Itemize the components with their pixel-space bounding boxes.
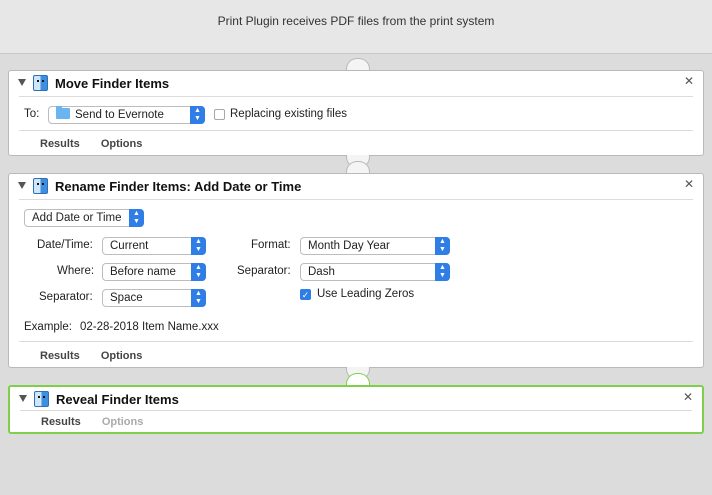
datetime-value: Current — [110, 240, 149, 252]
action-title: Rename Finder Items: Add Date or Time — [55, 179, 302, 194]
action-reveal-finder-items[interactable]: Reveal Finder Items ✕ Results Options — [8, 385, 704, 434]
action-header: Reveal Finder Items ✕ — [10, 387, 702, 411]
tab-results[interactable]: Results — [40, 350, 80, 362]
rename-mode-popup[interactable]: Add Date or Time ▲ ▼ — [24, 209, 144, 227]
separator2-label: Separator: — [237, 265, 291, 277]
action-tabs: Results Options — [41, 416, 161, 428]
action-title: Reveal Finder Items — [56, 392, 179, 407]
example-value: 02-28-2018 Item Name.xxx — [80, 321, 219, 333]
rename-mode-value: Add Date or Time — [32, 212, 122, 224]
disclosure-triangle-icon[interactable] — [18, 79, 26, 86]
popup-arrows-icon: ▲ ▼ — [191, 289, 206, 307]
datetime-label: Date/Time: — [37, 239, 93, 251]
format-popup[interactable]: Month Day Year ▲ ▼ — [300, 237, 450, 255]
close-icon[interactable]: ✕ — [684, 74, 694, 88]
action-tabs: Results Options — [40, 350, 160, 362]
divider — [19, 199, 693, 200]
replacing-checkbox[interactable] — [214, 109, 225, 120]
workflow-input-header: Print Plugin receives PDF files from the… — [0, 0, 712, 54]
tab-options[interactable]: Options — [101, 350, 143, 362]
datetime-popup[interactable]: Current ▲ ▼ — [102, 237, 206, 255]
tab-results[interactable]: Results — [40, 138, 80, 150]
replacing-label[interactable]: Replacing existing files — [230, 108, 347, 120]
separator-value: Space — [110, 292, 143, 304]
close-icon[interactable]: ✕ — [683, 390, 693, 404]
finder-icon — [34, 391, 49, 407]
action-header: Rename Finder Items: Add Date or Time ✕ — [9, 174, 703, 198]
workflow-input-title: Print Plugin receives PDF files from the… — [217, 14, 495, 28]
close-icon[interactable]: ✕ — [684, 177, 694, 191]
leading-zeros-label[interactable]: Use Leading Zeros — [317, 288, 414, 300]
destination-value: Send to Evernote — [75, 109, 164, 121]
action-move-finder-items[interactable]: Move Finder Items ✕ To: Send to Evernote… — [8, 70, 704, 156]
tab-results[interactable]: Results — [41, 416, 81, 428]
tab-options: Options — [101, 416, 144, 428]
separator2-popup[interactable]: Dash ▲ ▼ — [300, 263, 450, 281]
leading-zeros-checkbox[interactable]: ✓ — [300, 289, 311, 300]
action-tabs: Results Options — [40, 138, 160, 150]
separator-label: Separator: — [39, 291, 93, 303]
tab-options[interactable]: Options — [101, 138, 143, 150]
divider — [20, 410, 692, 411]
divider — [19, 341, 693, 342]
where-value: Before name — [110, 266, 176, 278]
finder-icon — [33, 178, 48, 194]
divider — [19, 96, 693, 97]
separator-popup[interactable]: Space ▲ ▼ — [102, 289, 206, 307]
popup-arrows-icon: ▲ ▼ — [129, 209, 144, 227]
format-value: Month Day Year — [308, 240, 390, 252]
action-title: Move Finder Items — [55, 76, 170, 91]
divider — [19, 130, 693, 131]
separator2-value: Dash — [308, 266, 335, 278]
popup-arrows-icon: ▲ ▼ — [191, 263, 206, 281]
popup-arrows-icon: ▲ ▼ — [435, 263, 450, 281]
where-popup[interactable]: Before name ▲ ▼ — [102, 263, 206, 281]
finder-icon — [33, 75, 48, 91]
destination-popup[interactable]: Send to Evernote ▲ ▼ — [48, 106, 205, 124]
popup-arrows-icon: ▲ ▼ — [190, 106, 205, 124]
format-label: Format: — [251, 239, 291, 251]
action-rename-finder-items[interactable]: Rename Finder Items: Add Date or Time ✕ … — [8, 173, 704, 368]
action-header: Move Finder Items ✕ — [9, 71, 703, 95]
where-label: Where: — [57, 265, 95, 277]
folder-icon — [56, 106, 70, 119]
popup-arrows-icon: ▲ ▼ — [191, 237, 206, 255]
disclosure-triangle-icon[interactable] — [18, 182, 26, 189]
popup-arrows-icon: ▲ ▼ — [435, 237, 450, 255]
disclosure-triangle-icon[interactable] — [19, 395, 27, 402]
example-label: Example: — [24, 321, 72, 333]
to-label: To: — [24, 108, 40, 120]
